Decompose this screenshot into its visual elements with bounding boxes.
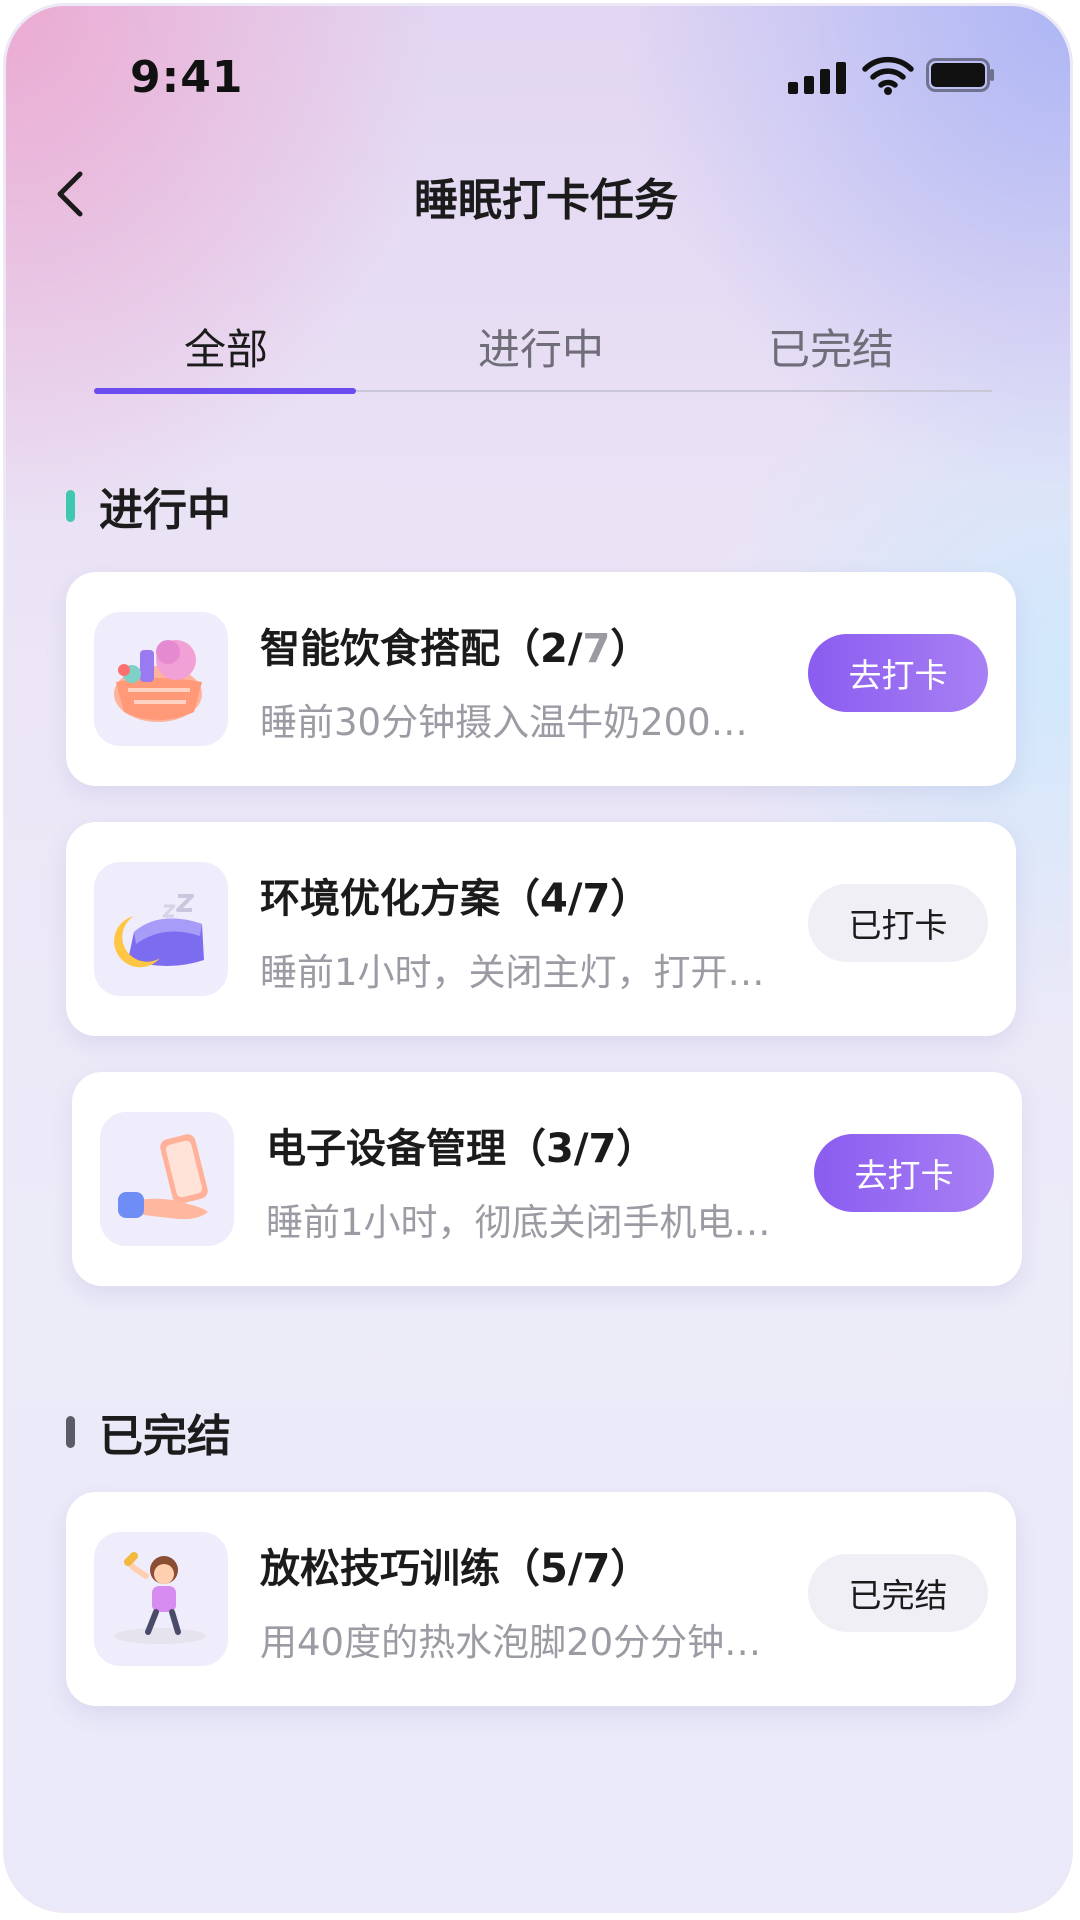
task-description: 用40度的热水泡脚20分分钟… <box>260 1621 762 1664</box>
completed-button[interactable]: 已完结 <box>808 1554 988 1632</box>
checked-in-button[interactable]: 已打卡 <box>808 884 988 962</box>
wifi-icon <box>862 56 914 95</box>
section-title: 已完结 <box>99 1411 231 1462</box>
section-marker <box>66 490 75 522</box>
task-title: 放松技巧训练（5/7） <box>260 1546 651 1592</box>
checkin-button[interactable]: 去打卡 <box>814 1134 994 1212</box>
tab-active-indicator <box>94 388 356 394</box>
section-marker <box>66 1416 75 1448</box>
battery-icon <box>926 58 994 92</box>
tab-bar: 全部 进行中 已完结 <box>94 316 992 396</box>
section-completed: 已完结 <box>66 1400 231 1464</box>
task-description: 睡前1小时，彻底关闭手机电… <box>266 1201 771 1244</box>
app-screen: 9:41 睡眠打卡任务 全部 进行中 已完结 进行中 智能饮食搭配（2/7） 睡… <box>3 3 1073 1913</box>
moon-pillow-icon <box>94 862 228 996</box>
food-basket-icon <box>94 612 228 746</box>
task-card[interactable]: 智能饮食搭配（2/7） 睡前30分钟摄入温牛奶200… 去打卡 <box>66 572 1016 786</box>
task-card[interactable]: 放松技巧训练（5/7） 用40度的热水泡脚20分分钟… 已完结 <box>66 1492 1016 1706</box>
tab-completed[interactable]: 已完结 <box>768 316 894 377</box>
girl-stretch-icon <box>94 1532 228 1666</box>
task-card[interactable]: 环境优化方案（4/7） 睡前1小时，关闭主灯，打开… 已打卡 <box>66 822 1016 1036</box>
page-title: 睡眠打卡任务 <box>414 175 678 226</box>
section-in-progress: 进行中 <box>66 474 231 538</box>
tab-all[interactable]: 全部 <box>184 316 268 377</box>
section-title: 进行中 <box>99 485 231 536</box>
cellular-signal-icon <box>788 60 846 94</box>
status-time: 9:41 <box>130 52 244 103</box>
checkin-button[interactable]: 去打卡 <box>808 634 988 712</box>
hand-phone-icon <box>100 1112 234 1246</box>
task-title: 电子设备管理（3/7） <box>266 1126 657 1172</box>
task-card[interactable]: 电子设备管理（3/7） 睡前1小时，彻底关闭手机电… 去打卡 <box>72 1072 1022 1286</box>
task-title: 智能饮食搭配（2/7） <box>260 626 651 672</box>
task-description: 睡前30分钟摄入温牛奶200… <box>260 701 748 744</box>
task-title: 环境优化方案（4/7） <box>260 876 651 922</box>
task-description: 睡前1小时，关闭主灯，打开… <box>260 951 765 994</box>
tab-in-progress[interactable]: 进行中 <box>478 316 604 377</box>
